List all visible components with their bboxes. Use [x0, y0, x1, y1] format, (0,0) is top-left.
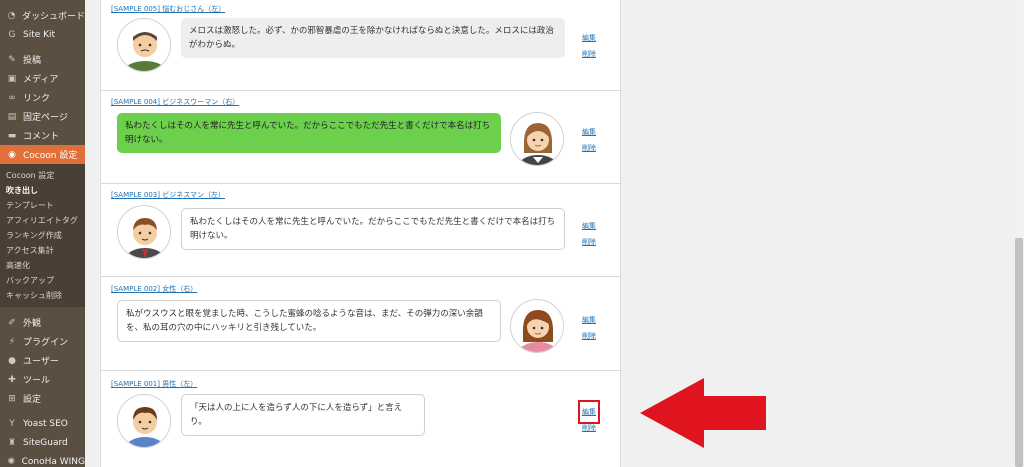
edit-link[interactable]: 編集: [582, 218, 596, 234]
pin-icon: ✎: [8, 54, 16, 65]
edit-link[interactable]: 編集: [582, 312, 596, 328]
balloon-list-panel: [SAMPLE 005] 悩むおじさん（左） メロスは激怒した。必ず、かの邪智暴…: [100, 0, 621, 467]
sidebar-item-pages[interactable]: ▤ 固定ページ: [0, 107, 85, 126]
delete-link[interactable]: 削除: [582, 420, 596, 436]
sidebar-item-appearance[interactable]: ✐ 外観: [0, 313, 85, 332]
yoast-icon: Y: [9, 418, 15, 429]
media-icon: ▣: [7, 73, 17, 84]
red-arrow-icon: [640, 378, 766, 448]
delete-link[interactable]: 削除: [582, 234, 596, 250]
sidebar-item-settings[interactable]: ⊞ 設定: [0, 389, 85, 408]
submenu-item[interactable]: ランキング作成: [0, 228, 85, 243]
sidebar-item-tools[interactable]: ✚ ツール: [0, 370, 85, 389]
submenu-item-current[interactable]: 吹き出し: [0, 183, 85, 198]
cocoon-submenu: Cocoon 設定 吹き出し テンプレート アフィリエイトタグ ランキング作成 …: [0, 164, 85, 307]
sidebar-item-posts[interactable]: ✎ 投稿: [0, 50, 85, 69]
cocoon-icon: ◉: [8, 149, 16, 160]
submenu-item[interactable]: キャッシュ削除: [0, 288, 85, 303]
sidebar-item-comments[interactable]: ▬ コメント: [0, 126, 85, 145]
speech-bubble: 私がウスウスと眼を覚ました時、こうした蜜蜂の唸るような音は、まだ、その弾力の深い…: [117, 300, 501, 342]
balloon-entry: [SAMPLE 002] 女性（右） 私がウスウスと眼を覚ました時、こうした蜜蜂…: [101, 277, 620, 371]
edit-link[interactable]: 編集: [578, 400, 600, 424]
submenu-item[interactable]: 高速化: [0, 258, 85, 273]
avatar-worried-old-man: [117, 18, 171, 72]
dashboard-icon: ◔: [7, 10, 16, 21]
submenu-item[interactable]: Cocoon 設定: [0, 168, 85, 183]
speech-bubble: メロスは激怒した。必ず、かの邪智暴虐の王を除かなければならぬと決意した。メロスに…: [181, 18, 565, 58]
sidebar-item-sitekit[interactable]: G Site Kit: [0, 25, 85, 44]
entry-title-link[interactable]: [SAMPLE 001] 男性（左）: [111, 379, 197, 389]
balloon-entry: [SAMPLE 005] 悩むおじさん（左） メロスは激怒した。必ず、かの邪智暴…: [101, 0, 620, 91]
submenu-item[interactable]: バックアップ: [0, 273, 85, 288]
avatar-woman: [510, 299, 564, 353]
conoha-icon: ✺: [7, 456, 16, 467]
sidebar-item-cocoon[interactable]: ◉ Cocoon 設定: [0, 145, 85, 164]
edit-link[interactable]: 編集: [582, 124, 596, 140]
submenu-item[interactable]: アクセス集計: [0, 243, 85, 258]
comment-icon: ▬: [7, 130, 17, 141]
entry-title-link[interactable]: [SAMPLE 005] 悩むおじさん（左）: [111, 4, 225, 14]
settings-icon: ⊞: [8, 393, 16, 404]
sidebar-item-plugins[interactable]: ⚡ プラグイン: [0, 332, 85, 351]
sitekit-icon: G: [8, 29, 16, 40]
edit-link[interactable]: 編集: [582, 30, 596, 46]
delete-link[interactable]: 削除: [582, 328, 596, 344]
submenu-item[interactable]: アフィリエイトタグ: [0, 213, 85, 228]
admin-sidebar: ◔ ダッシュボード G Site Kit ✎ 投稿 ▣ メディア ∞ リンク ▤ 固定ページ…: [0, 0, 85, 467]
page-scrollbar[interactable]: [1014, 0, 1024, 467]
balloon-entry: [SAMPLE 001] 男性（左） 「天は人の上に人を造らず人の下に人を造らず…: [101, 371, 620, 467]
avatar-man: [117, 394, 171, 448]
wrench-icon: ✚: [8, 374, 16, 385]
entry-title-link[interactable]: [SAMPLE 002] 女性（右）: [111, 284, 197, 294]
sidebar-item-yoast[interactable]: Y Yoast SEO: [0, 414, 85, 433]
sidebar-item-users[interactable]: ● ユーザー: [0, 351, 85, 370]
sidebar-item-siteguard[interactable]: ♜ SiteGuard: [0, 433, 85, 452]
page-icon: ▤: [7, 111, 17, 122]
sidebar-item-dashboard[interactable]: ◔ ダッシュボード: [0, 6, 85, 25]
sidebar-item-links[interactable]: ∞ リンク: [0, 88, 85, 107]
balloon-entry: [SAMPLE 004] ビジネスウーマン（右） 私わたくしはその人を常に先生と…: [101, 91, 620, 184]
avatar-business-man: [117, 205, 171, 259]
scrollbar-thumb[interactable]: [1015, 238, 1023, 467]
delete-link[interactable]: 削除: [582, 46, 596, 62]
delete-link[interactable]: 削除: [582, 140, 596, 156]
siteguard-icon: ♜: [7, 437, 17, 448]
speech-bubble: 私わたくしはその人を常に先生と呼んでいた。だからここでもただ先生と書くだけで本名…: [181, 208, 565, 250]
entry-title-link[interactable]: [SAMPLE 004] ビジネスウーマン（右）: [111, 97, 239, 107]
sidebar-item-media[interactable]: ▣ メディア: [0, 69, 85, 88]
link-icon: ∞: [8, 92, 16, 103]
brush-icon: ✐: [8, 317, 16, 328]
plugin-icon: ⚡: [8, 336, 16, 347]
entry-title-link[interactable]: [SAMPLE 003] ビジネスマン（左）: [111, 190, 225, 200]
balloon-entry: [SAMPLE 003] ビジネスマン（左） 私わたくしはその人を常に先生と呼ん…: [101, 184, 620, 277]
speech-bubble: 私わたくしはその人を常に先生と呼んでいた。だからここでもただ先生と書くだけで本名…: [117, 113, 501, 153]
submenu-item[interactable]: テンプレート: [0, 198, 85, 213]
avatar-business-woman: [510, 112, 564, 166]
sidebar-item-conoha[interactable]: ✺ ConoHa WING: [0, 452, 85, 467]
user-icon: ●: [8, 355, 16, 366]
speech-bubble: 「天は人の上に人を造らず人の下に人を造らず」と言えり。: [181, 394, 425, 436]
